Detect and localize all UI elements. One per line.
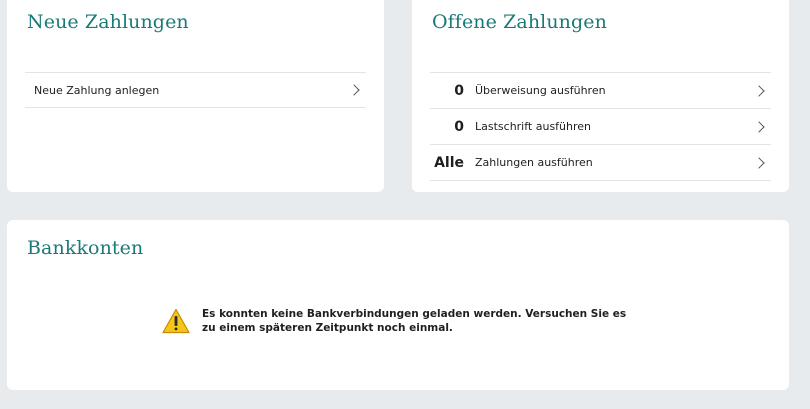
offene-zahlungen-list: 0 Überweisung ausführen 0 Lastschrift au…	[430, 72, 771, 181]
neue-zahlung-anlegen-link[interactable]: Neue Zahlung anlegen	[25, 73, 366, 108]
zahlungen-ausfuehren-link[interactable]: Alle Zahlungen ausführen	[430, 145, 771, 181]
lastschrift-ausfuehren-link[interactable]: 0 Lastschrift ausführen	[430, 109, 771, 145]
warning-icon	[162, 308, 190, 334]
ueberweisung-count: 0	[454, 82, 464, 99]
list-item-label: Lastschrift ausführen	[475, 120, 592, 133]
error-message: Es konnten keine Bankverbindungen gelade…	[162, 307, 632, 335]
list-item-label: Zahlungen ausführen	[475, 156, 593, 169]
chevron-right-icon	[753, 156, 765, 169]
lastschrift-count: 0	[454, 118, 464, 135]
list-item-label: Neue Zahlung anlegen	[34, 83, 160, 97]
offene-zahlungen-card: Offene Zahlungen 0 Überweisung ausführen…	[412, 0, 789, 192]
neue-zahlungen-card: Neue Zahlungen Neue Zahlung anlegen	[7, 0, 384, 192]
chevron-right-icon	[753, 84, 765, 97]
error-message-text: Es konnten keine Bankverbindungen gelade…	[202, 308, 627, 334]
neue-zahlungen-title: Neue Zahlungen	[27, 11, 189, 33]
neue-zahlungen-list: Neue Zahlung anlegen	[25, 72, 366, 108]
bankkonten-title: Bankkonten	[27, 237, 144, 259]
chevron-right-icon	[348, 84, 360, 96]
offene-zahlungen-title: Offene Zahlungen	[432, 11, 607, 33]
list-item-label: Überweisung ausführen	[475, 84, 606, 97]
ueberweisung-ausfuehren-link[interactable]: 0 Überweisung ausführen	[430, 73, 771, 109]
bankkonten-card: Bankkonten Es konnten keine Bankverbindu…	[7, 220, 789, 390]
alle-count: Alle	[434, 154, 464, 171]
chevron-right-icon	[753, 120, 765, 133]
